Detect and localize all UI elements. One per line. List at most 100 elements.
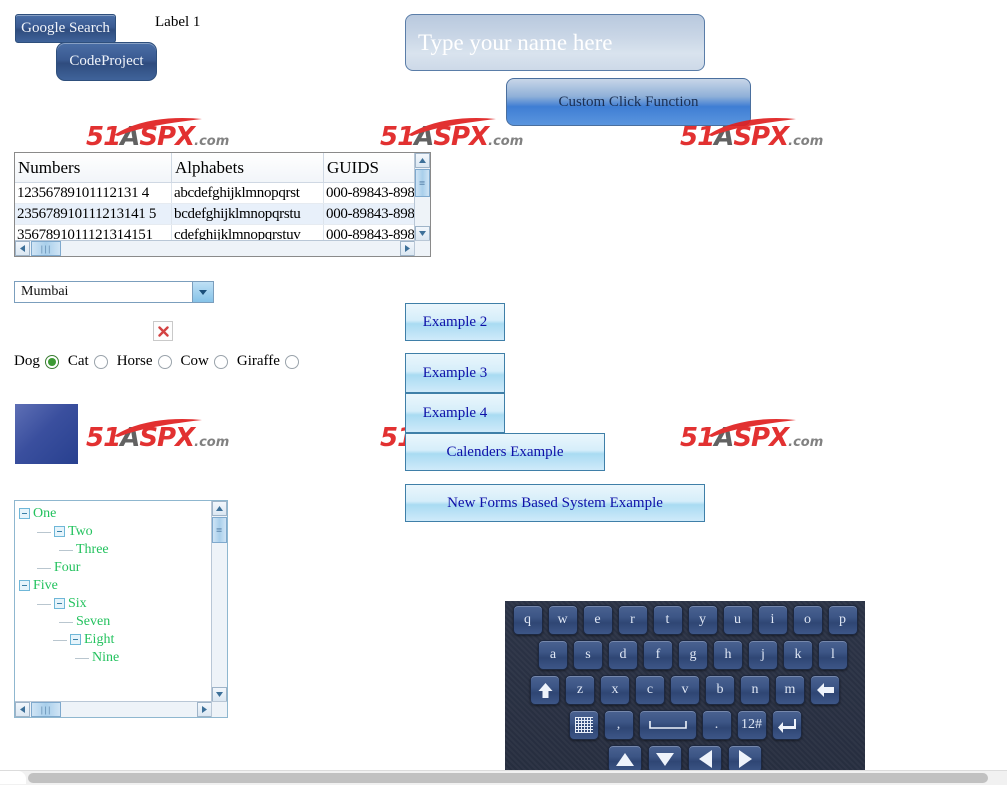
grid-horizontal-scrollbar[interactable]: ||| xyxy=(15,240,415,256)
tree-vscroll-thumb[interactable]: ≡ xyxy=(212,517,227,543)
key-i[interactable]: i xyxy=(757,605,788,635)
calenders-example-button[interactable]: Calenders Example xyxy=(405,433,605,471)
radio-item-cat[interactable]: Cat xyxy=(59,353,108,370)
tree-node-label[interactable]: Two xyxy=(68,524,93,539)
key-enter[interactable] xyxy=(771,710,802,740)
key-period[interactable]: . xyxy=(701,710,732,740)
tree-node-two[interactable]: Two xyxy=(19,523,212,541)
key-x[interactable]: x xyxy=(600,675,630,705)
tree-node-eight[interactable]: Eight xyxy=(19,631,212,649)
key-e[interactable]: e xyxy=(582,605,613,635)
tree-node-six[interactable]: Six xyxy=(19,595,212,613)
key-backspace[interactable] xyxy=(810,675,840,705)
radio-button-dog[interactable] xyxy=(44,354,59,369)
key-m[interactable]: m xyxy=(775,675,805,705)
tree-node-label[interactable]: Six xyxy=(68,596,87,611)
new-forms-based-system-example-button[interactable]: New Forms Based System Example xyxy=(405,484,705,522)
example-3-button[interactable]: Example 3 xyxy=(405,353,505,393)
tree-node-seven[interactable]: Seven xyxy=(19,613,212,631)
key-c[interactable]: c xyxy=(635,675,665,705)
radio-item-dog[interactable]: Dog xyxy=(14,353,59,370)
tree-node-four[interactable]: Four xyxy=(19,559,212,577)
tree-node-three[interactable]: Three xyxy=(19,541,212,559)
key-w[interactable]: w xyxy=(547,605,578,635)
key-a[interactable]: a xyxy=(538,640,568,670)
grid-hscroll-thumb[interactable]: ||| xyxy=(31,241,61,256)
table-row[interactable]: 12356789101112131 4 abcdefghijklmnopqrst… xyxy=(15,182,430,204)
scroll-left-icon[interactable] xyxy=(15,241,30,256)
key-l[interactable]: l xyxy=(818,640,848,670)
column-header-alphabets[interactable]: Alphabets xyxy=(171,153,324,183)
example-4-button[interactable]: Example 4 xyxy=(405,393,505,433)
tree-node-label[interactable]: Three xyxy=(76,542,109,557)
codeproject-button[interactable]: CodeProject xyxy=(56,42,157,81)
tree-view[interactable]: One Two Three Four Five Six Seven Eight … xyxy=(14,500,228,718)
scroll-left-icon[interactable] xyxy=(15,702,30,717)
collapse-expander-icon[interactable] xyxy=(19,508,30,520)
key-d[interactable]: d xyxy=(608,640,638,670)
scroll-right-icon[interactable] xyxy=(400,241,415,256)
key-arrow-up[interactable] xyxy=(608,745,642,773)
key-arrow-right[interactable] xyxy=(728,745,762,773)
animal-radio-group[interactable]: Dog Cat Horse Cow Giraffe xyxy=(14,353,299,370)
radio-item-giraffe[interactable]: Giraffe xyxy=(228,353,299,370)
key-b[interactable]: b xyxy=(705,675,735,705)
key-v[interactable]: v xyxy=(670,675,700,705)
scroll-down-icon[interactable] xyxy=(212,687,227,702)
chevron-down-icon[interactable] xyxy=(192,282,213,302)
example-2-button[interactable]: Example 2 xyxy=(405,303,505,341)
key-t[interactable]: t xyxy=(652,605,683,635)
key-j[interactable]: j xyxy=(748,640,778,670)
grid-vertical-scrollbar[interactable]: ≡ xyxy=(414,153,430,241)
tree-hscroll-thumb[interactable]: ||| xyxy=(31,702,61,717)
key-n[interactable]: n xyxy=(740,675,770,705)
tree-node-label[interactable]: One xyxy=(33,506,56,521)
key-f[interactable]: f xyxy=(643,640,673,670)
tree-node-label[interactable]: Five xyxy=(33,578,58,593)
collapse-expander-icon[interactable] xyxy=(70,634,81,646)
page-horizontal-scrollbar[interactable] xyxy=(0,770,1007,785)
city-select[interactable]: Mumbai xyxy=(14,281,214,303)
scroll-up-icon[interactable] xyxy=(415,153,430,168)
collapse-expander-icon[interactable] xyxy=(54,598,65,610)
tree-horizontal-scrollbar[interactable]: ||| xyxy=(15,701,212,717)
data-grid[interactable]: Numbers Alphabets GUIDS 1235678910111213… xyxy=(14,152,431,257)
key-shift[interactable] xyxy=(530,675,560,705)
collapse-expander-icon[interactable] xyxy=(54,526,65,538)
collapse-expander-icon[interactable] xyxy=(19,580,30,592)
key-keypad-toggle[interactable] xyxy=(568,710,599,740)
scroll-down-icon[interactable] xyxy=(415,226,430,241)
tree-node-label[interactable]: Eight xyxy=(84,632,114,647)
key-y[interactable]: y xyxy=(687,605,718,635)
custom-click-function-button[interactable]: Custom Click Function xyxy=(506,78,751,126)
google-search-button[interactable]: Google Search xyxy=(15,14,116,43)
key-s[interactable]: s xyxy=(573,640,603,670)
tree-vertical-scrollbar[interactable]: ≡ xyxy=(211,501,227,702)
radio-button-horse[interactable] xyxy=(157,354,172,369)
table-row[interactable]: 235678910111213141 5 bcdefghijklmnopqrst… xyxy=(15,203,430,225)
key-h[interactable]: h xyxy=(713,640,743,670)
key-space[interactable] xyxy=(638,710,697,740)
scroll-up-icon[interactable] xyxy=(212,501,227,516)
key-o[interactable]: o xyxy=(792,605,823,635)
tree-node-label[interactable]: Nine xyxy=(92,650,119,665)
tree-node-label[interactable]: Seven xyxy=(76,614,110,629)
key-arrow-left[interactable] xyxy=(688,745,722,773)
key-r[interactable]: r xyxy=(617,605,648,635)
key-k[interactable]: k xyxy=(783,640,813,670)
key-p[interactable]: p xyxy=(827,605,858,635)
radio-button-giraffe[interactable] xyxy=(284,354,299,369)
grid-vscroll-thumb[interactable]: ≡ xyxy=(415,169,430,197)
key-q[interactable]: q xyxy=(512,605,543,635)
key-z[interactable]: z xyxy=(565,675,595,705)
key-number-symbol-toggle[interactable]: 12# xyxy=(736,710,767,740)
key-comma[interactable]: , xyxy=(603,710,634,740)
virtual-keyboard[interactable]: q w e r t y u i o p a s d f g h j k l z … xyxy=(505,601,865,785)
tree-node-label[interactable]: Four xyxy=(54,560,80,575)
tree-node-nine[interactable]: Nine xyxy=(19,649,212,667)
tree-node-five[interactable]: Five xyxy=(19,577,212,595)
page-hscroll-thumb[interactable] xyxy=(28,773,988,783)
name-input[interactable] xyxy=(405,14,705,71)
radio-button-cat[interactable] xyxy=(93,354,108,369)
key-g[interactable]: g xyxy=(678,640,708,670)
